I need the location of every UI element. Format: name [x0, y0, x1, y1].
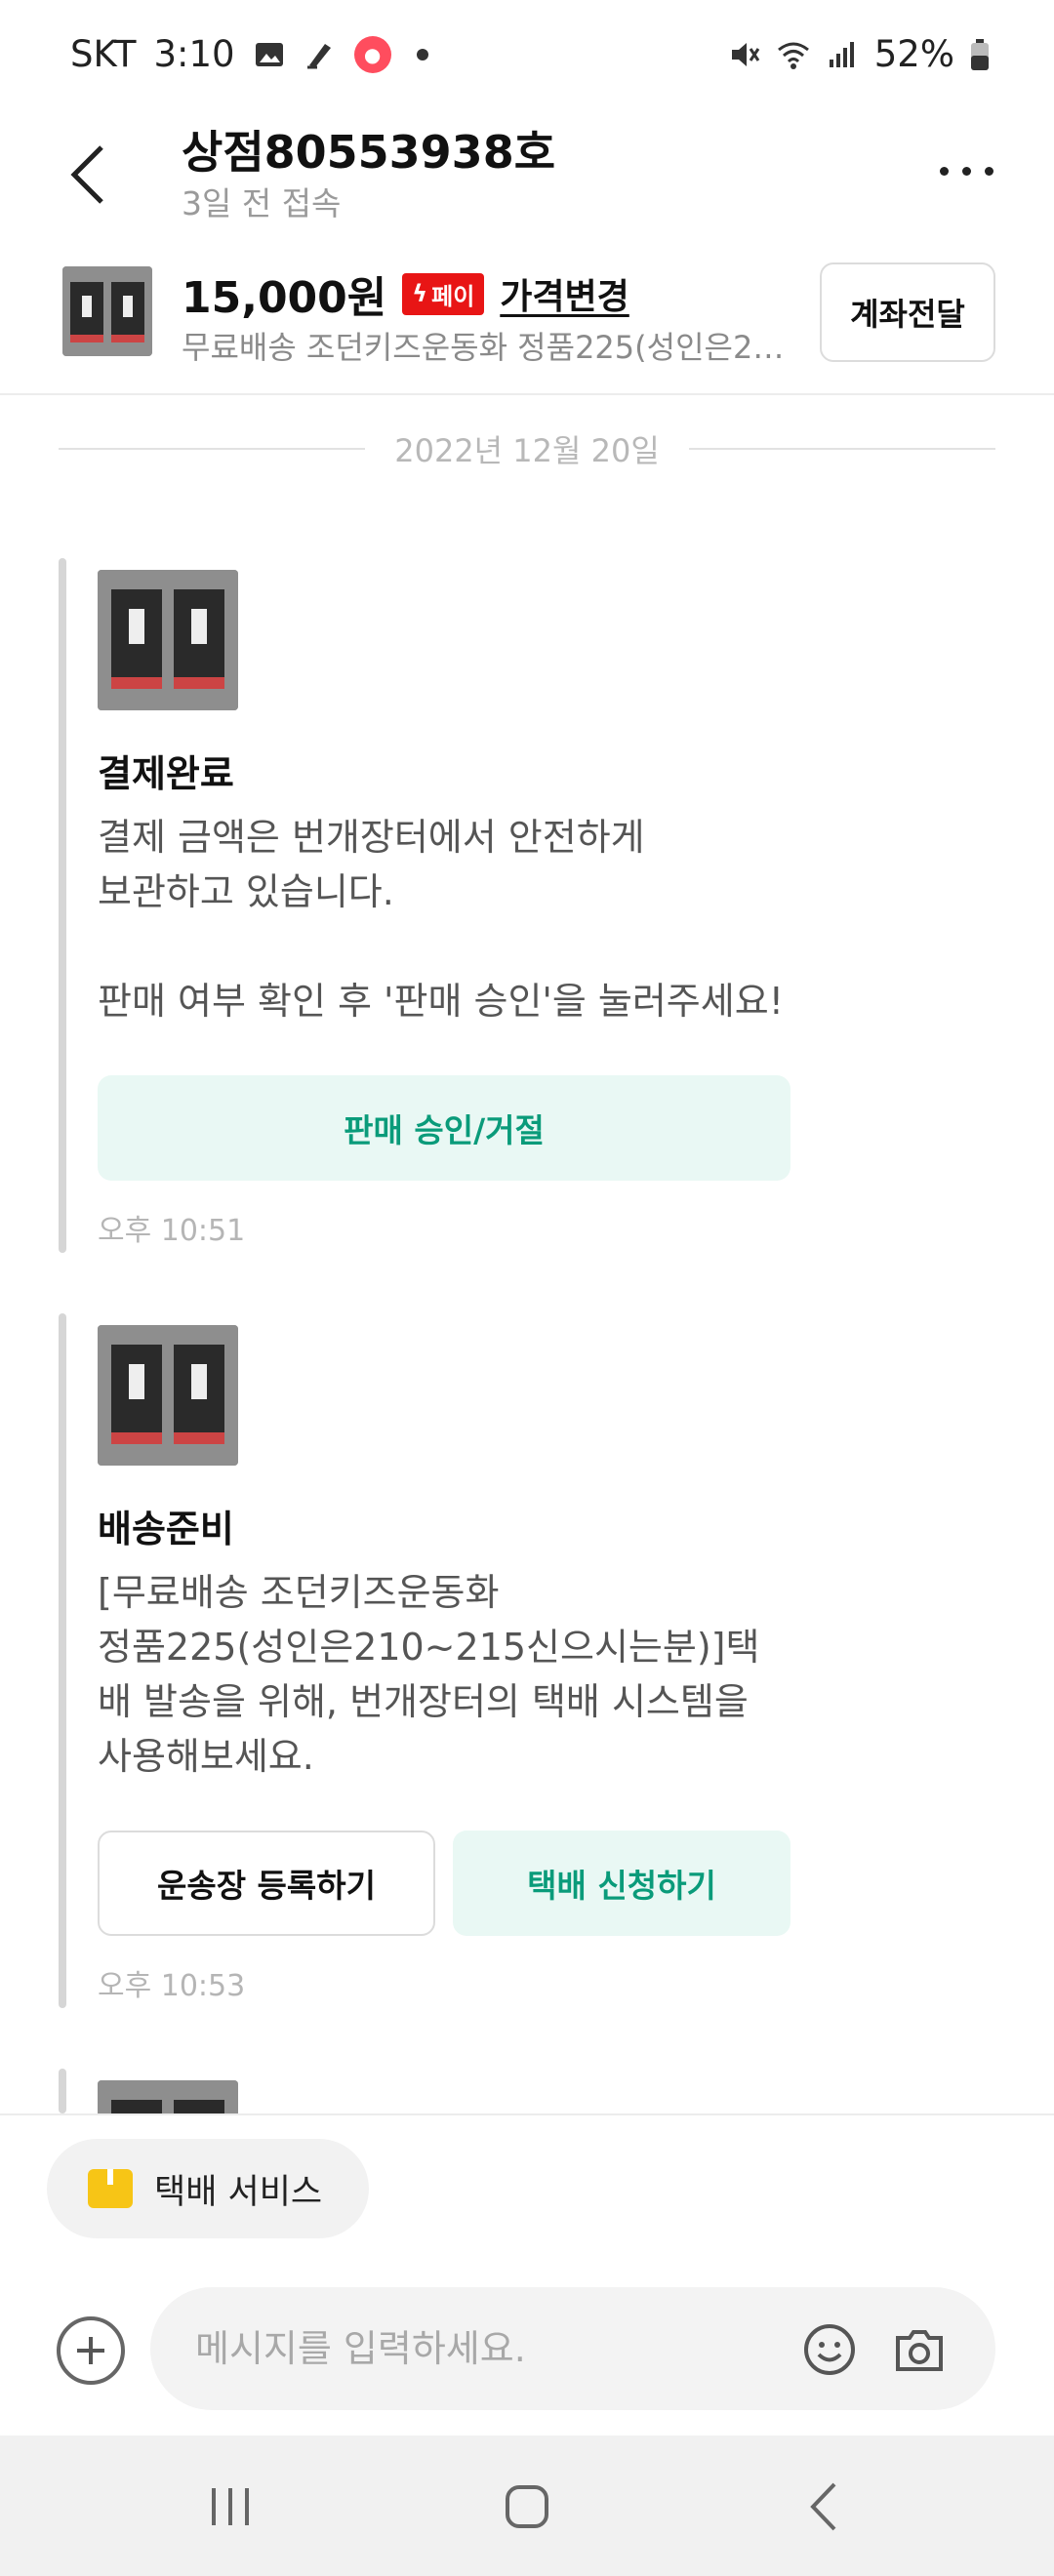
battery-icon — [971, 38, 989, 70]
price-change-link[interactable]: 가격변경 — [500, 268, 628, 319]
emoji-icon[interactable] — [802, 2322, 857, 2377]
message-title: 배송준비 — [98, 1508, 234, 1550]
package-icon — [88, 2169, 133, 2208]
gallery-icon — [255, 42, 283, 66]
composer-area: 택배 서비스 — [0, 2113, 1054, 2435]
divider-line — [688, 448, 996, 450]
pay-badge: ϟ 페이 — [402, 272, 485, 315]
shop-name[interactable]: 상점80553938호 — [182, 117, 555, 181]
message-title: 결제완료 — [98, 752, 234, 795]
date-divider: 2022년 12월 20일 — [59, 429, 996, 469]
product-image[interactable] — [98, 570, 238, 710]
request-delivery-button[interactable]: 택배 신청하기 — [453, 1831, 790, 1936]
product-image[interactable] — [98, 2080, 238, 2113]
message-input[interactable] — [195, 2316, 781, 2381]
system-back-button[interactable] — [785, 2473, 863, 2541]
system-nav-bar — [0, 2435, 1054, 2576]
message-body: 결제 금액은 번개장터에서 안전하게 보관하고 있습니다. 판매 여부 확인 후… — [98, 816, 784, 1023]
chat-date: 2022년 12월 20일 — [394, 432, 660, 469]
account-transfer-button[interactable]: 계좌전달 — [820, 262, 995, 362]
recent-apps-icon — [212, 2488, 249, 2525]
signature-icon — [306, 43, 331, 68]
attach-button[interactable] — [57, 2316, 125, 2385]
wifi-icon — [777, 42, 809, 69]
carrier-label: SKT — [70, 33, 137, 75]
product-title: 무료배송 조던키즈운동화 정품225(성인은210~215신으시는분) — [182, 329, 787, 366]
clock: 3:10 — [153, 33, 235, 75]
notification-dot-icon — [416, 48, 428, 60]
home-icon — [506, 2485, 548, 2528]
message-time: 오후 10:53 — [98, 1969, 246, 2003]
message-bar — [59, 2069, 66, 2113]
back-icon — [70, 145, 103, 204]
product-image[interactable] — [98, 1325, 238, 1466]
sale-approve-reject-button[interactable]: 판매 승인/거절 — [98, 1075, 790, 1181]
more-icon — [939, 166, 993, 176]
back-button[interactable] — [59, 131, 117, 219]
camera-icon[interactable] — [892, 2322, 947, 2377]
next-message-partial — [59, 2069, 800, 2113]
status-bar: SKT 3:10 ● 52% — [0, 0, 1054, 117]
payment-complete-message: 결제완료 결제 금액은 번개장터에서 안전하게 보관하고 있습니다. 판매 여부… — [59, 558, 800, 1253]
chat-header: 상점80553938호 3일 전 접속 — [0, 117, 1054, 244]
signal-icon — [829, 41, 854, 67]
product-price: 15,000원 — [182, 273, 387, 323]
delivery-service-chip[interactable]: 택배 서비스 — [47, 2139, 369, 2238]
message-body: [무료배송 조던키즈운동화 정품225(성인은210~215신으시는분)]택 배… — [98, 1571, 760, 1778]
product-thumbnail[interactable] — [62, 266, 152, 356]
divider-line — [59, 448, 366, 450]
message-bar — [59, 1313, 66, 2008]
system-back-icon — [810, 2482, 836, 2531]
message-bar — [59, 558, 66, 1253]
recent-apps-button[interactable] — [191, 2473, 269, 2541]
message-input-bar — [150, 2287, 995, 2410]
plus-icon — [77, 2337, 104, 2364]
home-button[interactable] — [488, 2473, 566, 2541]
lightning-icon: ϟ — [412, 280, 428, 307]
message-time: 오후 10:51 — [98, 1214, 246, 1248]
battery-percent: 52% — [873, 33, 954, 75]
shipping-ready-message: 배송준비 [무료배송 조던키즈운동화 정품225(성인은210~215신으시는분… — [59, 1313, 800, 2008]
register-waybill-button[interactable]: 운송장 등록하기 — [98, 1831, 435, 1936]
last-seen: 3일 전 접속 — [182, 184, 342, 222]
more-button[interactable] — [927, 146, 1005, 195]
product-bar[interactable]: 15,000원 ϟ 페이 가격변경 무료배송 조던키즈운동화 정품225(성인은2… — [0, 249, 1054, 395]
delivery-service-label: 택배 서비스 — [154, 2172, 323, 2212]
paw-icon: ● — [353, 35, 391, 73]
mute-icon — [731, 42, 759, 66]
